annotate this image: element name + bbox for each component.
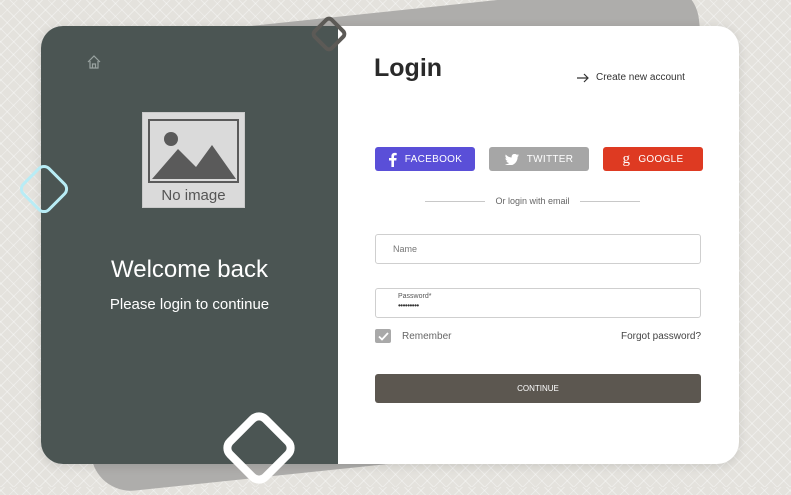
facebook-label: FACEBOOK <box>404 153 463 165</box>
home-icon[interactable] <box>86 54 102 70</box>
welcome-subtitle: Please login to continue <box>109 296 270 313</box>
name-placeholder: Name <box>393 244 418 254</box>
welcome-heading: Welcome back <box>111 256 268 283</box>
google-label: GOOGLE <box>638 153 684 165</box>
image-placeholder: No image <box>142 112 245 208</box>
continue-button[interactable]: CONTINUE <box>375 374 701 403</box>
divider-line-left <box>425 200 486 202</box>
name-field[interactable]: Name <box>375 234 701 264</box>
password-value: ••••••••• <box>398 301 419 310</box>
password-label: Password* <box>398 293 432 300</box>
remember-checkbox[interactable] <box>375 329 391 343</box>
diamond-decoration-bottom <box>223 412 295 484</box>
google-icon: g <box>622 150 631 167</box>
remember-checkbox-row[interactable]: Remember <box>375 329 451 343</box>
create-account-link[interactable]: Create new account <box>576 72 685 83</box>
diamond-decoration-left <box>19 164 69 214</box>
password-field[interactable]: Password* ••••••••• <box>375 288 701 318</box>
remember-label: Remember <box>402 330 452 342</box>
twitter-label: TWITTER <box>526 153 574 165</box>
or-login-text: Or login with email <box>495 196 570 206</box>
checkmark-icon <box>377 331 389 341</box>
facebook-login-button[interactable]: FACEBOOK <box>375 147 475 171</box>
google-login-button[interactable]: g GOOGLE <box>603 147 703 171</box>
facebook-icon <box>388 152 397 167</box>
login-title: Login <box>374 54 443 82</box>
arrow-right-icon <box>577 73 589 82</box>
image-icon <box>148 119 239 183</box>
create-account-label: Create new account <box>596 72 685 83</box>
forgot-password-link[interactable]: Forgot password? <box>621 331 701 342</box>
welcome-panel: No image Welcome back Please login to co… <box>41 26 338 464</box>
or-divider: Or login with email <box>425 196 640 206</box>
diamond-decoration-top <box>311 16 347 52</box>
divider-line-right <box>579 200 640 202</box>
twitter-login-button[interactable]: TWITTER <box>489 147 589 171</box>
twitter-icon <box>504 153 519 165</box>
placeholder-text: No image <box>161 187 226 204</box>
login-card: No image Welcome back Please login to co… <box>41 26 739 464</box>
